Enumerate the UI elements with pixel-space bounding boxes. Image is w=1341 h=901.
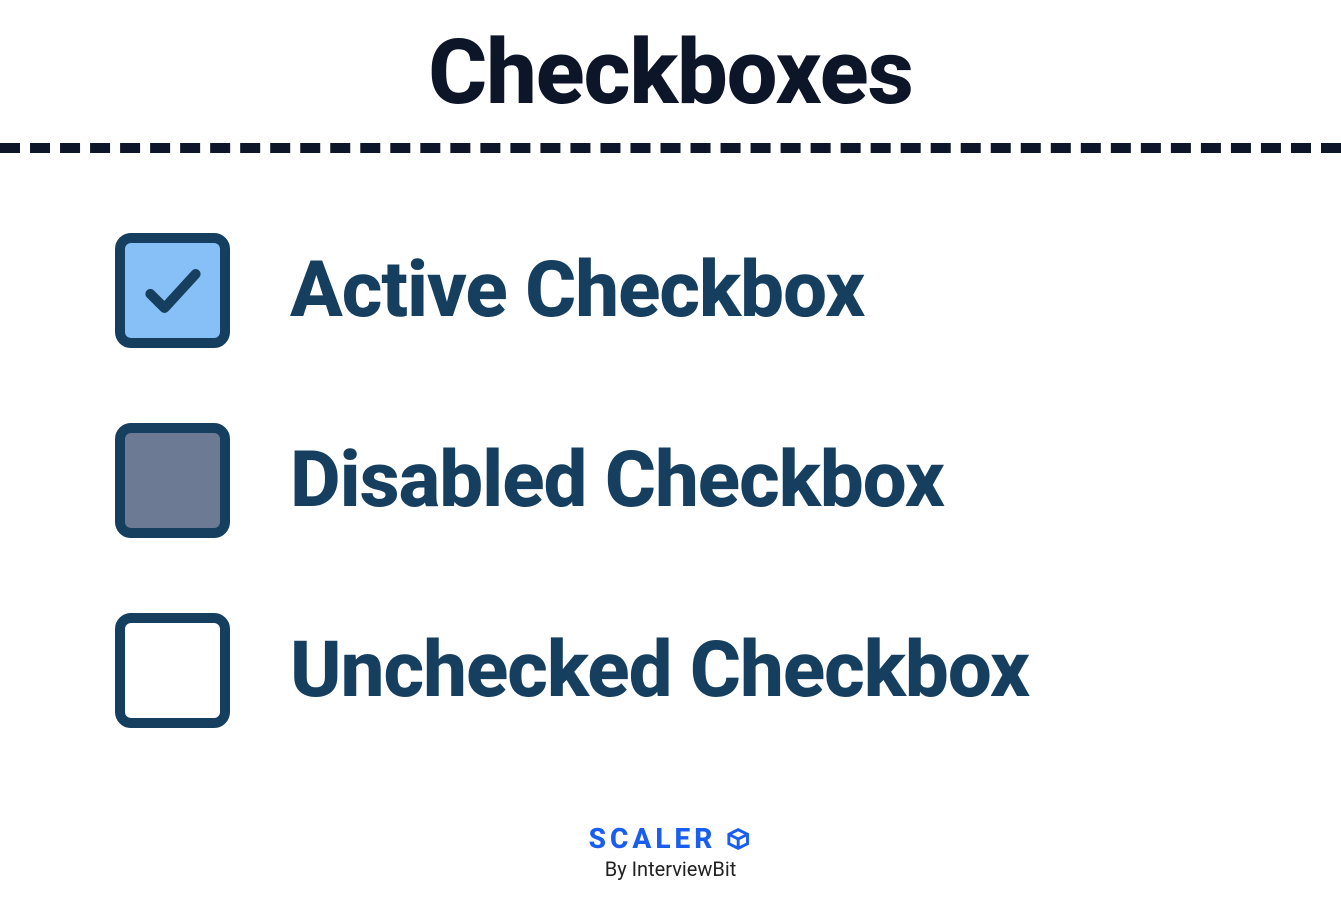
checkbox-unchecked[interactable] <box>115 613 230 728</box>
checkbox-row-disabled: Disabled Checkbox <box>115 423 1341 538</box>
checkbox-active[interactable] <box>115 233 230 348</box>
check-icon <box>139 257 207 325</box>
page-container: Checkboxes Active Checkbox Disabled Chec… <box>0 0 1341 901</box>
divider <box>0 143 1341 153</box>
footer: SCALER By InterviewBit <box>589 822 753 881</box>
footer-subtitle: By InterviewBit <box>589 857 753 881</box>
checkbox-row-unchecked: Unchecked Checkbox <box>115 613 1341 728</box>
footer-brand-text: SCALER <box>589 822 717 855</box>
page-title: Checkboxes <box>0 20 1341 125</box>
checkbox-list: Active Checkbox Disabled Checkbox Unchec… <box>0 233 1341 728</box>
checkbox-label-active: Active Checkbox <box>290 245 864 336</box>
footer-brand: SCALER <box>589 822 753 855</box>
checkbox-row-active: Active Checkbox <box>115 233 1341 348</box>
cube-icon <box>724 825 752 853</box>
checkbox-disabled <box>115 423 230 538</box>
checkbox-label-disabled: Disabled Checkbox <box>290 435 944 526</box>
checkbox-label-unchecked: Unchecked Checkbox <box>290 625 1029 716</box>
